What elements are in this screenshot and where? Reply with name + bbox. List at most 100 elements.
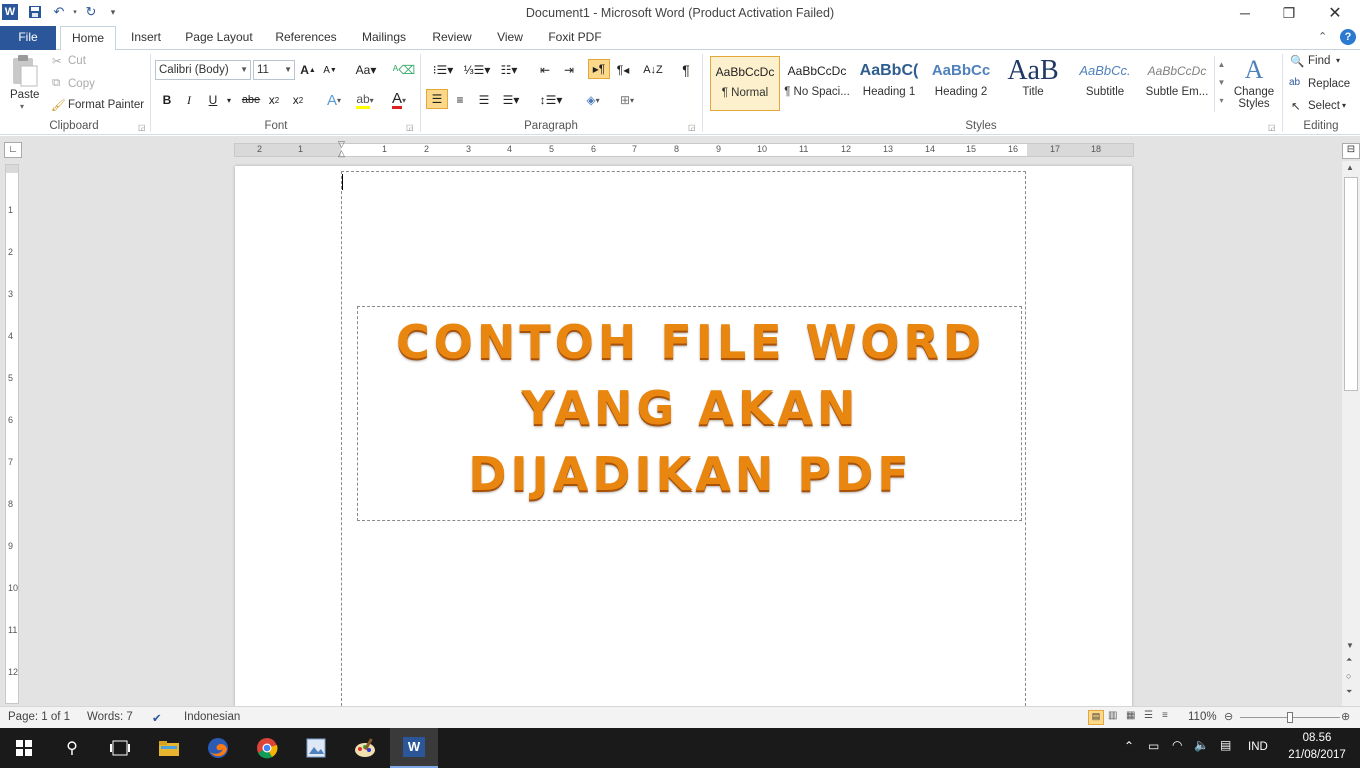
cut-button[interactable]: Cut [68,55,86,67]
subscript-icon[interactable]: x2 [264,90,284,110]
grow-font-icon[interactable]: A ▲ [298,60,318,80]
outline-icon[interactable]: ☰ [1144,710,1153,721]
align-left-icon[interactable]: ☰ [426,89,448,109]
page-count[interactable]: Page: 1 of 1 [8,711,70,723]
photo-viewer-icon[interactable] [292,728,340,768]
clock-time[interactable]: 08.56 [1284,732,1350,744]
minimize-button[interactable]: ─ [1222,0,1268,26]
style-normal[interactable]: AaBbCcDc ¶ Normal [710,56,780,111]
replace-button[interactable]: Replace [1308,78,1350,90]
scroll-up-icon[interactable]: ▲ [1346,163,1354,172]
document-page[interactable]: CONTOH FILE WORD YANG AKAN DIJADIKAN PDF [235,166,1132,711]
zoom-level[interactable]: 110% [1188,711,1217,723]
vertical-scrollbar[interactable]: ⊟ ▲ ▼ ⏶ ○ ⏷ [1342,143,1360,706]
change-styles-button[interactable]: A Change Styles [1232,54,1276,110]
browse-object-icon[interactable]: ○ [1346,671,1351,681]
bold-icon[interactable]: B [158,90,176,110]
language-status[interactable]: Indonesian [184,711,240,723]
font-launcher-icon[interactable]: ◲ [406,123,414,132]
clock-date[interactable]: 21/08/2017 [1284,749,1350,761]
scrollbar-thumb[interactable] [1344,177,1358,391]
tab-insert[interactable]: Insert [122,26,170,50]
zoom-out-icon[interactable]: ⊖ [1224,710,1233,723]
styles-gallery-scroll[interactable]: ▲ ▼ ▾ [1214,56,1228,112]
indent-marker-icon[interactable]: ▽ △ [338,140,346,160]
style-heading-1[interactable]: AaBbC( Heading 1 [854,56,924,111]
view-ruler-icon[interactable]: ⊟ [1342,143,1360,159]
file-explorer-icon[interactable] [145,728,193,768]
font-size-combo[interactable]: 11 ▼ [253,60,295,80]
zoom-in-icon[interactable]: ⊕ [1341,710,1350,723]
text-effects-icon[interactable]: A ▾ [320,90,348,110]
web-layout-icon[interactable]: ▦ [1126,710,1135,721]
restore-button[interactable]: ❐ [1266,0,1312,26]
line-spacing-icon[interactable]: ↕☰▾ [538,90,564,110]
paint-icon[interactable] [341,728,389,768]
tray-expand-icon[interactable]: ⌃ [1124,739,1134,753]
chrome-icon[interactable] [243,728,291,768]
align-center-icon[interactable]: ≡ [450,90,470,110]
style-title[interactable]: AaB Title [998,56,1068,111]
multilevel-list-icon[interactable]: ☷▾ [496,60,522,80]
style-subtitle[interactable]: AaBbCc. Subtitle [1070,56,1140,111]
volume-icon[interactable]: 🔈 [1194,738,1209,752]
full-screen-reading-icon[interactable]: ▥ [1108,710,1117,721]
previous-page-icon[interactable]: ⏶ [1346,655,1352,665]
find-dropdown-icon[interactable]: ▾ [1336,56,1340,65]
copy-button[interactable]: Copy [68,78,95,90]
paste-icon[interactable] [9,54,39,88]
change-case-icon[interactable]: Aa▾ [352,60,380,80]
clear-formatting-icon[interactable]: ᴬ⌫ [392,60,416,80]
shrink-font-icon[interactable]: A ▼ [320,60,340,80]
italic-icon[interactable]: I [180,90,198,110]
justify-icon[interactable]: ☰▾ [498,90,524,110]
print-layout-icon[interactable]: ▤ [1088,710,1104,725]
rtl-paragraph-icon[interactable]: ¶◂ [612,60,634,80]
sort-icon[interactable]: A↓Z [642,60,664,80]
next-page-icon[interactable]: ⏷ [1346,687,1352,697]
clipboard-launcher-icon[interactable]: ◲ [138,123,146,132]
scroll-down-icon[interactable]: ▼ [1346,641,1354,650]
tab-file[interactable]: File [0,26,56,50]
increase-indent-icon[interactable]: ⇥ [558,60,580,80]
style-subtle-emphasis[interactable]: AaBbCcDc Subtle Em... [1142,56,1212,111]
strikethrough-icon[interactable]: abe [240,90,262,110]
underline-dropdown-icon[interactable]: ▾ [224,90,234,110]
underline-icon[interactable]: U [204,90,222,110]
close-button[interactable]: ✕ [1312,0,1358,26]
zoom-slider-handle[interactable] [1287,712,1293,723]
windows-start-icon[interactable] [0,728,48,768]
shading-icon[interactable]: ◈ ▾ [578,90,608,110]
ltr-paragraph-icon[interactable]: ▸¶ [588,59,610,79]
font-color-icon[interactable]: A ▾ [384,90,414,110]
paragraph-launcher-icon[interactable]: ◲ [688,123,696,132]
search-icon[interactable]: ⚲ [48,728,96,768]
font-name-combo[interactable]: Calibri (Body) ▼ [155,60,251,80]
numbering-icon[interactable]: ⅓☰▾ [462,60,492,80]
highlight-color-icon[interactable]: ab ▾ [350,90,380,110]
tab-mailings[interactable]: Mailings [352,26,416,50]
styles-launcher-icon[interactable]: ◲ [1268,123,1276,132]
tab-selector-icon[interactable]: ∟ [4,142,22,158]
tab-page-layout[interactable]: Page Layout [180,26,258,50]
tab-references[interactable]: References [268,26,344,50]
battery-icon[interactable]: ▭ [1148,739,1159,753]
wordart-textbox[interactable]: CONTOH FILE WORD YANG AKAN DIJADIKAN PDF [357,306,1022,521]
select-dropdown-icon[interactable]: ▾ [1342,101,1346,110]
tab-home[interactable]: Home [60,26,116,51]
help-icon[interactable]: ? [1340,29,1356,45]
word-taskbar-icon[interactable]: W [390,728,438,768]
minimize-ribbon-icon[interactable]: ⌃ [1318,30,1327,43]
firefox-icon[interactable] [194,728,242,768]
align-right-icon[interactable]: ☰ [474,90,494,110]
borders-icon[interactable]: ⊞ ▾ [612,90,642,110]
superscript-icon[interactable]: x2 [288,90,308,110]
tab-view[interactable]: View [488,26,532,50]
vertical-ruler[interactable]: 1 2 3 4 5 6 7 8 9 10 11 12 [5,164,19,704]
tab-review[interactable]: Review [424,26,480,50]
input-language[interactable]: IND [1248,741,1268,753]
style-no-spacing[interactable]: AaBbCcDc ¶ No Spaci... [782,56,852,111]
horizontal-ruler[interactable]: ▽ △ 2 1 1 2 3 4 5 6 7 8 9 10 11 12 13 14 15 16 17 18 [234,140,1134,160]
select-button[interactable]: Select [1308,100,1340,112]
paste-button[interactable]: Paste [10,89,39,101]
